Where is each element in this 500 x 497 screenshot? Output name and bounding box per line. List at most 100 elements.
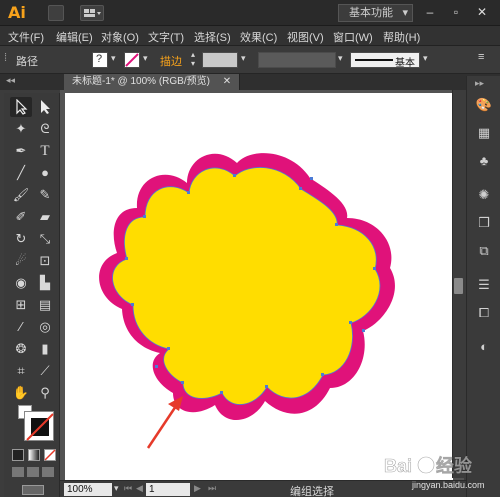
screen-mode-icon[interactable] [22,485,44,495]
color-mode-icon[interactable] [12,449,24,461]
lasso-tool-icon[interactable]: ᘓ [34,119,56,139]
eraser-tool-icon[interactable]: ▰ [34,207,56,227]
eyedropper-tool-icon[interactable]: ⁄ [10,317,32,337]
draw-modes-icon[interactable] [12,467,56,479]
symbol-sprayer-tool-icon[interactable]: ❂ [10,339,32,359]
symbols-icon[interactable]: ❒ [475,214,493,232]
zoom-value: 100% [67,484,93,495]
first-page-icon[interactable]: ⏮ [124,483,132,494]
stroke-swatch[interactable] [124,52,140,68]
artboards-icon[interactable]: ⧠ [475,304,493,322]
graphic-styles-icon[interactable]: ⧉ [475,242,493,260]
menu-help[interactable]: 帮助(H) [383,29,420,45]
menu-select[interactable]: 选择(S) [194,29,231,45]
workspace-switcher[interactable]: 基本功能 ▾ [338,4,413,22]
chevron-down-icon[interactable]: ▾ [114,483,119,494]
fill-swatch[interactable]: ? [92,52,108,68]
chevron-down-icon[interactable]: ▾ [143,53,148,64]
perspective-grid-tool-icon[interactable]: ▙ [34,273,56,293]
paintbrush-tool-icon[interactable]: 🖌 [10,185,32,205]
blob-brush-tool-icon[interactable]: ✐ [10,207,32,227]
color-panel-icon[interactable]: 🎨 [475,96,493,114]
baidu-logo: Bai 经验 jingyan.baidu.com [384,455,485,490]
column-graph-tool-icon[interactable]: ▮ [34,339,56,359]
line-tool-icon[interactable]: ╱ [10,163,32,183]
color-guide-icon[interactable]: ▦ [475,124,493,142]
fill-color-swatch[interactable] [24,411,54,441]
blend-tool-icon[interactable]: ◎ [34,317,56,337]
chevron-down-icon[interactable]: ▾ [423,53,428,64]
panel-menu-icon[interactable]: ≡ [478,51,484,63]
brushes-icon[interactable]: ✺ [475,186,493,204]
scale-tool-icon[interactable]: ⤡ [34,229,56,249]
prev-page-icon[interactable]: ◀ [136,483,143,494]
hand-tool-icon[interactable]: ✋ [10,383,32,403]
transparency-icon[interactable]: ◐ [475,338,493,356]
page-number-field[interactable]: 1 [146,483,190,496]
panel-grip-icon: ⁞ [4,52,8,64]
close-tab-icon[interactable]: ✕ [223,76,231,87]
shape-builder-tool-icon[interactable]: ◉ [10,273,32,293]
swatches-icon[interactable]: ♣ [475,152,493,170]
variable-width-field[interactable] [258,52,336,68]
chevron-down-icon[interactable]: ▾ [241,53,246,64]
next-page-icon[interactable]: ▶ [194,483,201,494]
last-page-icon[interactable]: ⏭ [208,483,216,494]
vertical-scrollbar[interactable] [452,90,464,478]
none-mode-icon[interactable] [44,449,56,461]
page-value: 1 [149,484,155,495]
menu-object[interactable]: 对象(O) [101,29,139,45]
pencil-tool-icon[interactable]: ✎ [34,185,56,205]
grid-icon [84,9,101,17]
brush-preset-field[interactable]: 基本 [350,52,420,69]
zoom-tool-icon[interactable]: ⚲ [34,383,56,403]
document-tab[interactable]: 未标题-1* @ 100% (RGB/预览) ✕ [64,74,241,90]
gradient-tool-icon[interactable]: ▤ [34,295,56,315]
stepper-icon[interactable]: ▴ ▾ [191,50,195,68]
menu-type[interactable]: 文字(T) [148,29,184,45]
gradient-mode-icon[interactable] [28,449,40,461]
stroke-link[interactable]: 描边 [160,53,182,69]
collapse-dock-icon[interactable]: ▸▸ [475,78,484,89]
arrange-documents-button[interactable] [80,5,104,21]
menu-effect[interactable]: 效果(C) [240,29,277,45]
rotate-tool-icon[interactable]: ↻ [10,229,32,249]
selection-tool-icon[interactable] [10,97,32,117]
warp-tool-icon[interactable]: ☄ [10,251,32,271]
flower-shape-graphic[interactable] [65,93,453,482]
status-message: 编组选择 [290,486,334,497]
free-transform-tool-icon[interactable]: ⊡ [34,251,56,271]
document-tab-bar: ◂◂ 未标题-1* @ 100% (RGB/预览) ✕ ▸▸ [0,74,500,90]
artboard[interactable] [65,93,453,482]
canvas-area[interactable] [60,90,464,482]
zoom-level-field[interactable]: 100% [64,483,112,496]
annotation-arrow [146,396,183,449]
layers-icon[interactable]: ☰ [475,276,493,294]
scroll-thumb[interactable] [454,278,463,294]
magic-wand-tool-icon[interactable]: ✦ [10,119,32,139]
ellipse-tool-icon[interactable]: ● [34,163,56,183]
panel-dock: ▸▸ 🎨 ▦ ♣ ✺ ❒ ⧉ ☰ ⧠ ◐ [466,76,500,497]
menu-file[interactable]: 文件(F) [8,29,44,45]
svg-text:jingyan.baidu.com: jingyan.baidu.com [411,480,485,490]
type-tool-icon[interactable]: T [34,141,56,161]
svg-text:经验: 经验 [436,455,473,476]
minimize-button[interactable]: – [418,3,442,21]
bridge-button[interactable] [48,5,64,21]
mesh-tool-icon[interactable]: ⊞ [10,295,32,315]
chevron-down-icon[interactable]: ▾ [338,53,343,64]
restore-button[interactable]: ▫ [444,3,468,21]
chevron-down-icon[interactable]: ▾ [111,53,116,64]
artboard-tool-icon[interactable]: ⌗ [10,361,32,381]
stroke-weight-field[interactable] [202,52,238,68]
close-button[interactable]: ✕ [470,3,494,21]
menu-window[interactable]: 窗口(W) [333,29,373,45]
slice-tool-icon[interactable]: ⟋ [34,361,56,381]
pen-tool-icon[interactable]: ✒ [10,141,32,161]
menu-view[interactable]: 视图(V) [287,29,324,45]
direct-selection-tool-icon[interactable] [34,97,56,117]
stroke-line-icon [355,59,393,61]
collapse-icon[interactable]: ◂◂ [6,75,15,86]
no-stroke-icon [125,53,139,67]
menu-edit[interactable]: 编辑(E) [56,29,93,45]
